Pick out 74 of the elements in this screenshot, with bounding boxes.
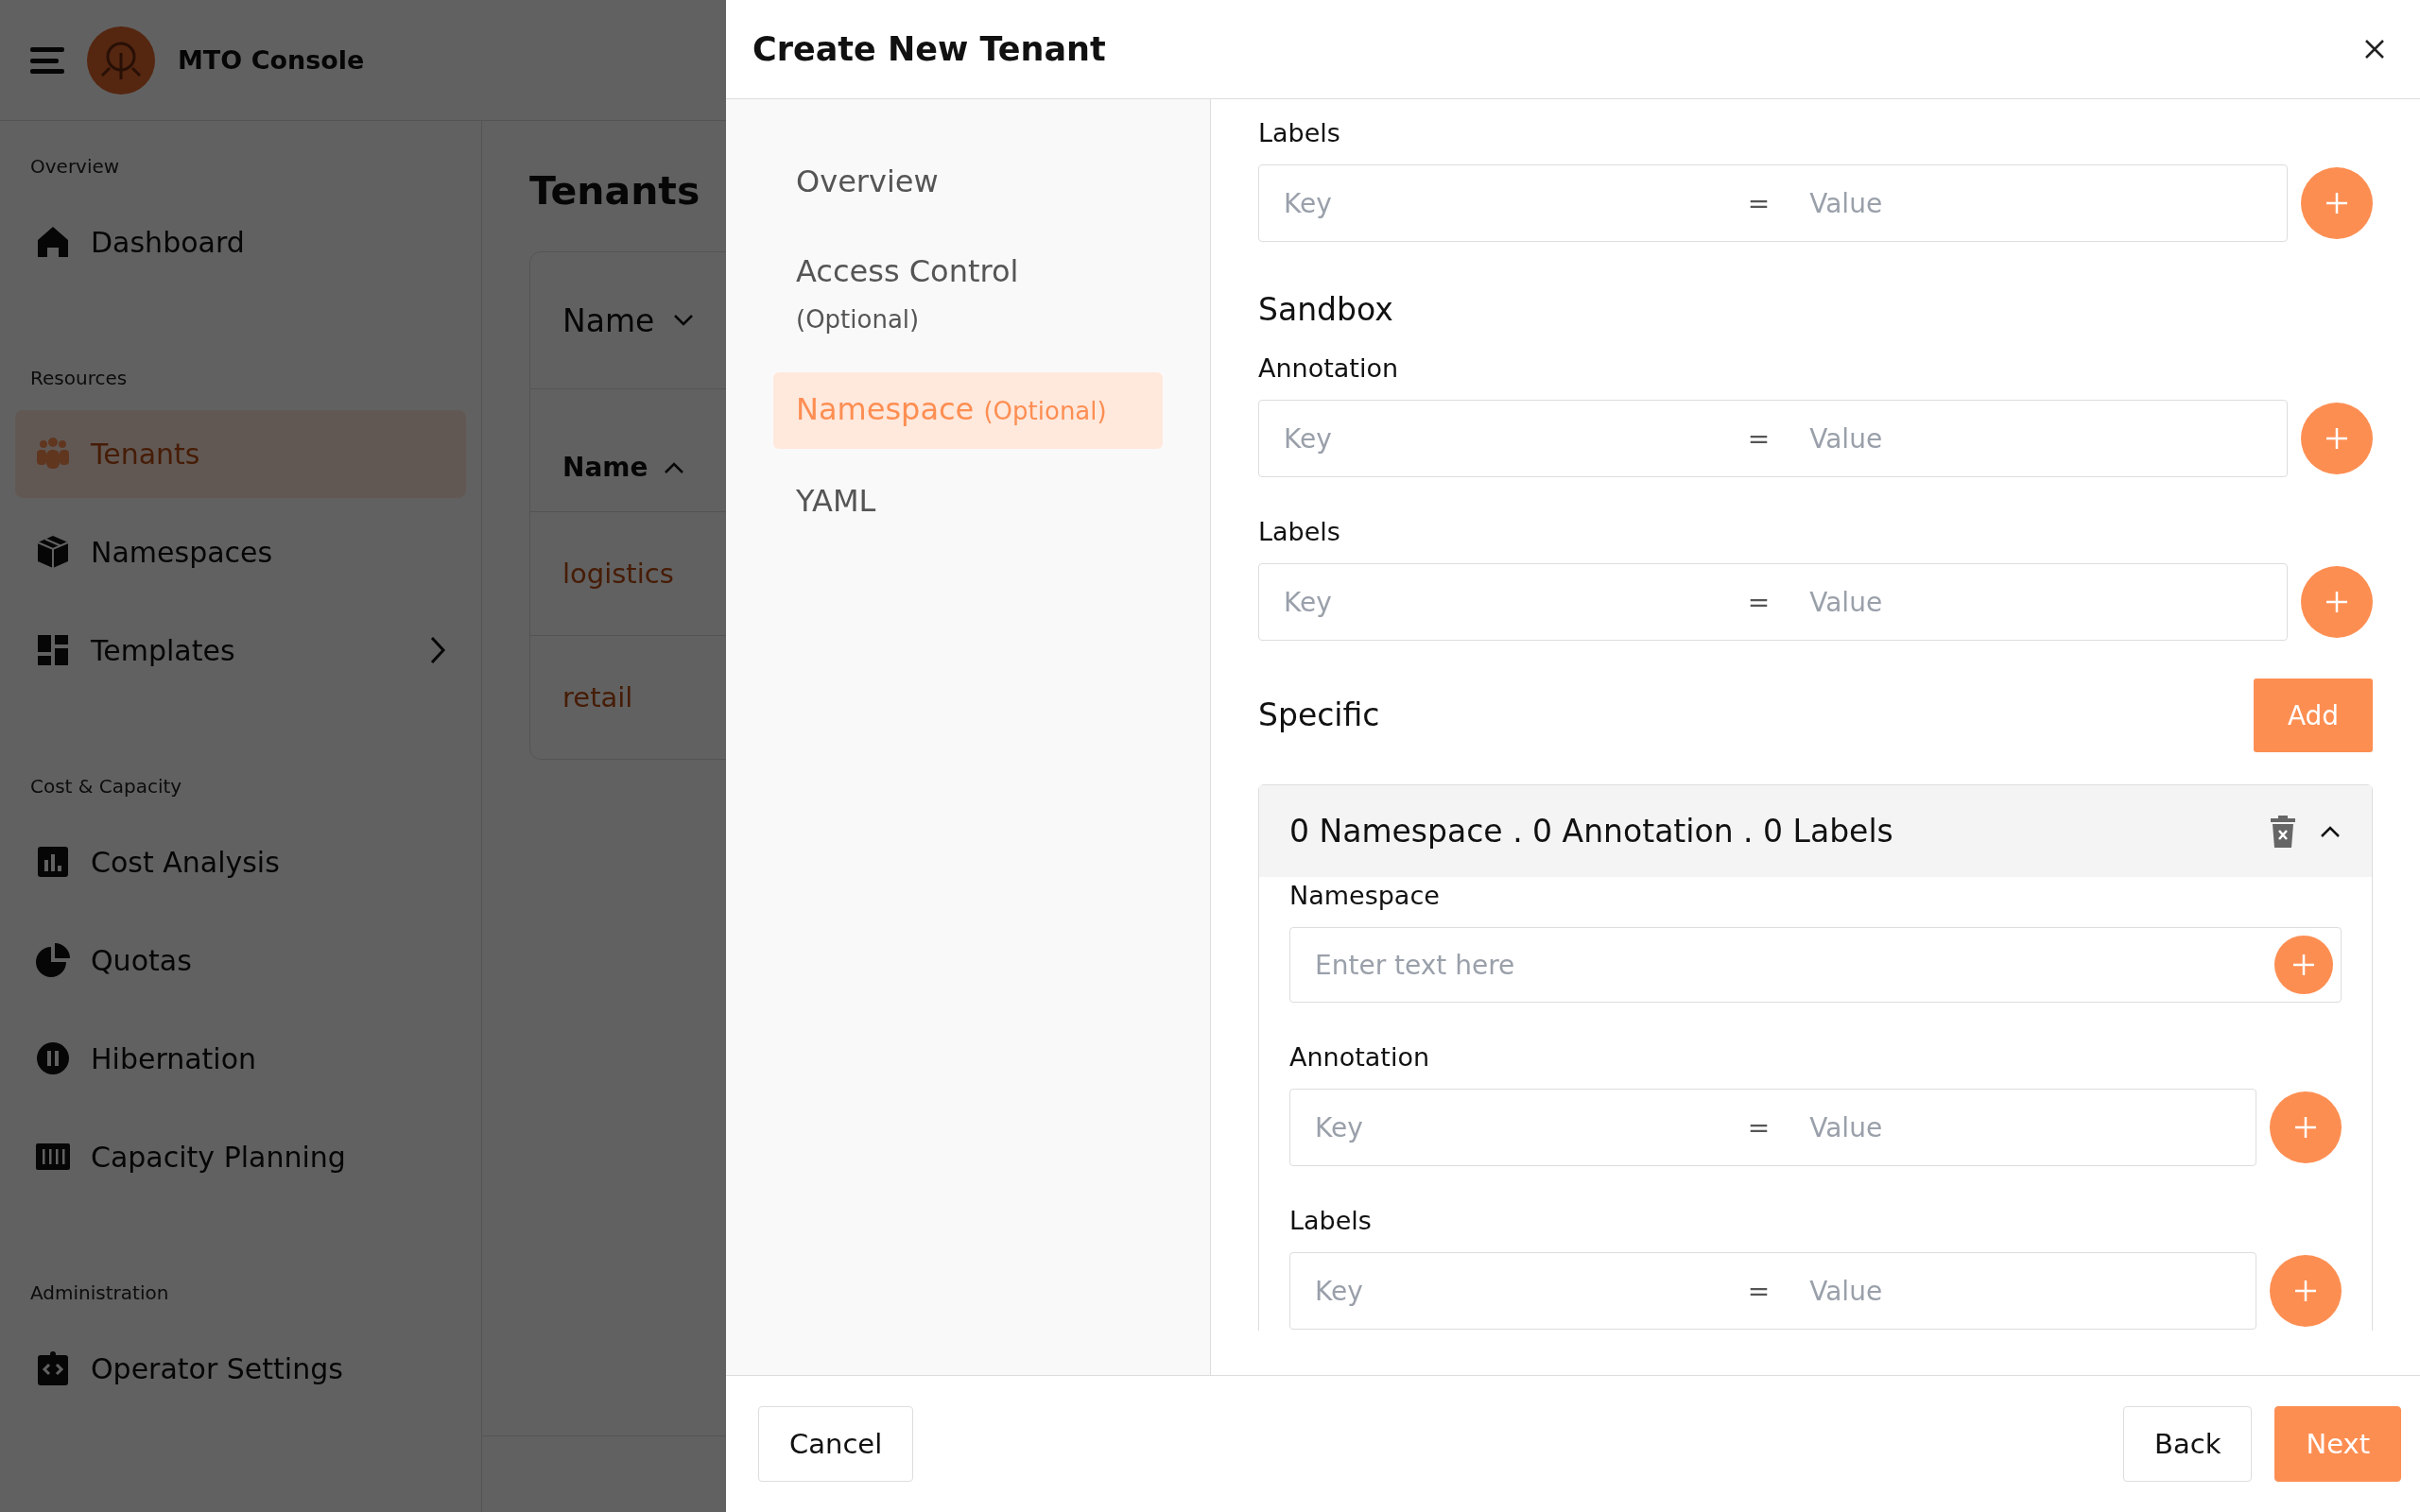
section-heading: Cost & Capacity	[29, 774, 183, 799]
tenant-link[interactable]: logistics	[562, 558, 674, 590]
sidebar-item[interactable]: Quotas	[15, 916, 466, 1005]
key-value-field[interactable]: Key = Value	[1258, 563, 2288, 641]
panel-summary: 0 Namespace . 0 Annotation . 0 Labels	[1289, 813, 1894, 850]
plus-icon	[2325, 590, 2349, 614]
text-field[interactable]: Enter text here	[1289, 927, 2342, 1003]
sidebar-item[interactable]: Capacity Planning	[15, 1112, 466, 1201]
plus-icon	[2325, 426, 2349, 451]
drawer-title: Create New Tenant	[752, 30, 1106, 68]
key-input[interactable]: Key	[1282, 421, 1738, 455]
sidebar-item[interactable]: Tenants	[15, 409, 466, 498]
value-input[interactable]: Value	[1807, 1274, 2233, 1308]
value-input[interactable]: Value	[1807, 1110, 2233, 1144]
trash-icon	[2270, 815, 2296, 848]
field-label: Labels	[1258, 117, 1340, 149]
page-title: Tenants	[529, 168, 700, 214]
app-title: MTO Console	[178, 45, 365, 75]
equals-sign: =	[1746, 422, 1772, 455]
plus-icon	[2291, 953, 2316, 977]
sidebar-item[interactable]: Dashboard	[15, 198, 466, 286]
key-input[interactable]: Key	[1282, 186, 1738, 220]
step-tab[interactable]: Namespace (Optional)	[773, 372, 1163, 449]
step-tab[interactable]: YAML	[773, 464, 1163, 539]
section-heading: Administration	[29, 1280, 170, 1306]
back-button[interactable]: Back	[2123, 1406, 2253, 1482]
section-heading: Overview	[29, 154, 121, 180]
tenant-link[interactable]: retail	[562, 681, 633, 713]
next-button[interactable]: Next	[2274, 1406, 2401, 1482]
value-input[interactable]: Value	[1807, 186, 2264, 220]
key-value-field[interactable]: Key = Value	[1258, 400, 2288, 477]
logo-icon	[87, 26, 155, 94]
key-value-field[interactable]: Key = Value	[1289, 1089, 2256, 1166]
plus-icon	[2293, 1115, 2318, 1140]
cancel-button[interactable]: Cancel	[758, 1406, 914, 1482]
field-label: Labels	[1289, 1205, 1372, 1237]
field-label: Labels	[1258, 516, 1340, 548]
equals-sign: =	[1746, 1111, 1772, 1143]
step-tab[interactable]: Overview	[773, 145, 1163, 219]
sidebar-item[interactable]: Cost Analysis	[15, 817, 466, 906]
text-input[interactable]: Enter text here	[1313, 948, 2274, 982]
plus-icon	[2325, 191, 2349, 215]
add-button[interactable]: Add	[2254, 679, 2373, 752]
step-tab[interactable]: Access Control (Optional)	[773, 234, 1163, 357]
field-label: Annotation	[1258, 352, 1399, 385]
section-heading: Resources	[29, 366, 129, 391]
plus-icon	[2293, 1279, 2318, 1303]
filter-dropdown[interactable]: Name	[562, 301, 695, 339]
key-value-field[interactable]: Key = Value	[1258, 164, 2288, 242]
sidebar-item[interactable]: Hibernation	[15, 1014, 466, 1103]
key-value-field[interactable]: Key = Value	[1289, 1252, 2256, 1330]
sidebar-item[interactable]: Operator Settings	[15, 1324, 466, 1413]
pause-icon	[34, 1040, 72, 1077]
chevron-icon	[673, 314, 695, 327]
value-input[interactable]: Value	[1807, 585, 2264, 619]
close-icon	[2363, 38, 2386, 60]
section-heading: Sandbox	[1258, 290, 1394, 330]
key-input[interactable]: Key	[1313, 1110, 1738, 1144]
column-header[interactable]: Name	[562, 452, 684, 483]
sidebar-item[interactable]: Templates	[15, 606, 466, 695]
menu-icon[interactable]	[30, 44, 64, 76]
value-input[interactable]: Value	[1807, 421, 2264, 455]
field-label: Annotation	[1289, 1041, 1430, 1074]
panel-header[interactable]: 0 Namespace . 0 Annotation . 0 Labels	[1259, 785, 2372, 877]
equals-sign: =	[1746, 586, 1772, 618]
pie-chart-icon	[34, 941, 72, 979]
equals-sign: =	[1746, 187, 1772, 219]
sidebar-item[interactable]: Namespaces	[15, 507, 466, 596]
key-input[interactable]: Key	[1282, 585, 1738, 619]
delete-button[interactable]	[2270, 815, 2296, 848]
section-heading: Specific	[1258, 696, 1380, 735]
key-input[interactable]: Key	[1313, 1274, 1738, 1308]
equals-sign: =	[1746, 1275, 1772, 1307]
field-label: Namespace	[1289, 880, 1440, 912]
